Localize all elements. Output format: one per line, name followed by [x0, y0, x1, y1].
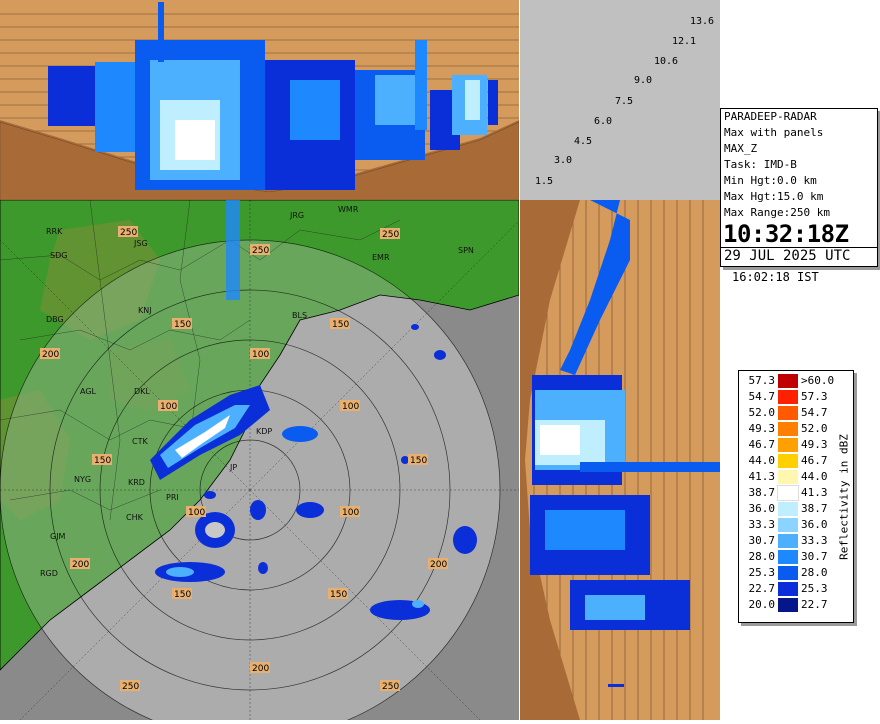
- place-label: KNJ: [138, 306, 152, 315]
- legend-row: 44.0 46.7: [748, 454, 828, 468]
- task-label: Task: IMD-B: [724, 158, 797, 171]
- elev-angle-label: 12.1: [672, 36, 696, 47]
- legend-row: 20.0 22.7: [748, 598, 828, 612]
- elevation-angle-panel: 1.5 3.0 4.5 6.0 7.5 9.0 10.6 12.1 13.6: [520, 0, 720, 200]
- elev-angle-label: 3.0: [554, 155, 572, 166]
- place-label: WMR: [338, 205, 359, 214]
- range-ring-label: 100: [252, 350, 269, 360]
- range-ring-label: 100: [342, 508, 359, 518]
- place-label: KDP: [256, 427, 272, 436]
- station-name: PARADEEP-RADAR: [724, 110, 817, 123]
- legend-row: 46.7 49.3: [748, 438, 828, 452]
- range-ring-label: 250: [122, 682, 139, 692]
- elev-angle-label: 10.6: [654, 56, 678, 67]
- place-label: CTK: [132, 437, 148, 446]
- range-ring-label: 200: [252, 664, 269, 674]
- radar-ppi-map[interactable]: 250 250 250 150 150 100 200 100 100 150 …: [0, 200, 519, 720]
- legend-row: 41.3 44.0: [748, 470, 828, 484]
- place-label: CHK: [126, 513, 144, 522]
- range-ring-label: 200: [72, 560, 89, 570]
- ist-time: 16:02:18 IST: [732, 270, 819, 284]
- place-label: RGD: [40, 569, 58, 578]
- place-label: EMR: [372, 253, 390, 262]
- radar-info-box: PARADEEP-RADAR Max with panels MAX_Z Tas…: [720, 108, 878, 267]
- range-ring-label: 250: [382, 682, 399, 692]
- range-ring-label: 150: [410, 456, 427, 466]
- product-name: Max with panels: [724, 126, 824, 139]
- place-label: SPN: [458, 246, 474, 255]
- min-height: Min Hgt:0.0 km: [724, 174, 817, 187]
- legend-row: 25.3 28.0: [748, 566, 828, 580]
- place-label: AGL: [80, 387, 97, 396]
- place-label: GJM: [50, 532, 66, 541]
- legend-row: 57.3 >60.0: [748, 374, 835, 388]
- legend-row: 52.0 54.7: [748, 406, 828, 420]
- place-label: SDG: [50, 251, 67, 260]
- range-ring-label: 250: [120, 228, 137, 238]
- elev-angle-label: 13.6: [690, 16, 714, 27]
- utc-time: 10:32:18Z: [723, 220, 849, 248]
- max-height: Max Hgt:15.0 km: [724, 190, 824, 203]
- range-ring-label: 250: [382, 230, 399, 240]
- place-label: BLS: [292, 311, 307, 320]
- range-ring-label: 100: [160, 402, 177, 412]
- place-label: DBG: [46, 315, 64, 324]
- legend-row: 54.7 57.3: [748, 390, 828, 404]
- elev-angle-label: 1.5: [535, 176, 553, 187]
- place-label: JSG: [133, 239, 148, 248]
- legend-title: Reflectivity in dBZ: [837, 433, 851, 560]
- range-ring-label: 200: [42, 350, 59, 360]
- place-label: JP: [229, 463, 237, 472]
- range-ring-label: 150: [330, 590, 347, 600]
- legend-row: 28.0 30.7: [748, 550, 828, 564]
- elev-angle-label: 4.5: [574, 136, 592, 147]
- side-cross-section-panel: [520, 200, 720, 720]
- elev-angle-label: 6.0: [594, 116, 612, 127]
- range-ring-label: 150: [174, 320, 191, 330]
- place-label: NYG: [74, 475, 91, 484]
- range-ring-label: 150: [94, 456, 111, 466]
- range-ring-label: 100: [342, 402, 359, 412]
- legend-row: 30.7 33.3: [748, 534, 828, 548]
- top-cross-section-panel: [0, 0, 520, 201]
- utc-date: 29 JUL 2025 UTC: [721, 247, 877, 264]
- range-ring-label: 250: [252, 246, 269, 256]
- place-label: PRI: [166, 493, 179, 502]
- legend-row: 33.3 36.0: [748, 518, 828, 532]
- range-ring-label: 150: [332, 320, 349, 330]
- range-ring-label: 150: [174, 590, 191, 600]
- legend-row: 38.7 41.3: [748, 485, 828, 501]
- legend-row: 49.3 52.0: [748, 422, 828, 436]
- reflectivity-legend: 57.3 >60.0 54.7 57.3 52.0 54.7 49.3 52.0 46.…: [738, 370, 854, 623]
- product-code: MAX_Z: [724, 142, 758, 155]
- elev-angle-label: 9.0: [634, 75, 652, 86]
- range-ring-label: 100: [188, 508, 205, 518]
- place-label: KRD: [128, 478, 145, 487]
- place-label: RRK: [46, 227, 63, 236]
- elev-angle-label: 7.5: [615, 96, 633, 107]
- place-label: DKL: [134, 387, 150, 396]
- max-range: Max Range:250 km: [724, 206, 830, 219]
- range-ring-label: 200: [430, 560, 447, 570]
- place-label: JRG: [289, 211, 304, 220]
- legend-row: 22.7 25.3: [748, 582, 828, 596]
- legend-row: 36.0 38.7: [748, 502, 828, 516]
